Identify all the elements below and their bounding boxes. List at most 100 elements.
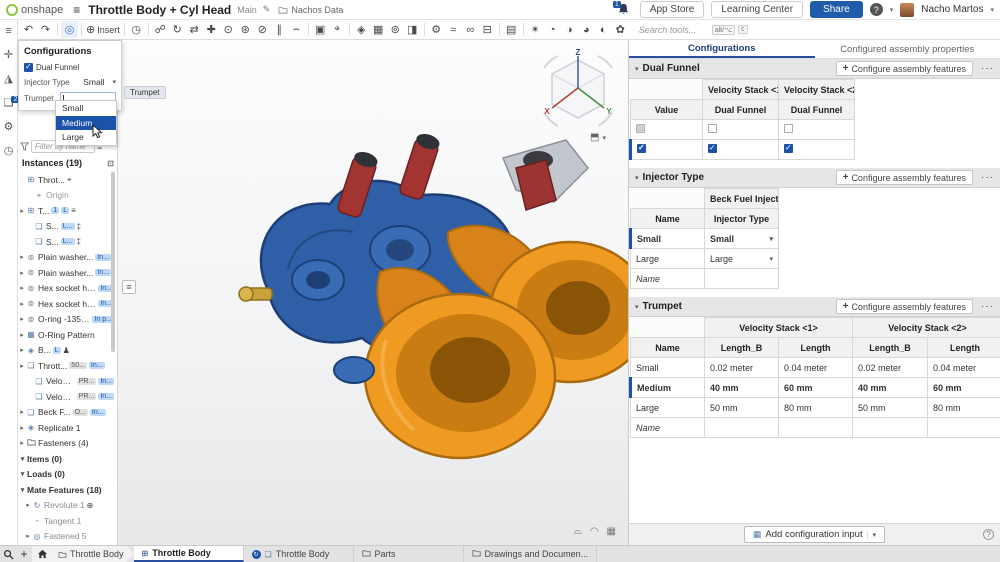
- document-tab-throttle-body[interactable]: ↻❏Throttle Body: [244, 546, 354, 562]
- slider-mate-icon[interactable]: ⇄: [186, 21, 203, 38]
- section-view-icon[interactable]: ⌓: [574, 526, 582, 537]
- mate-icon[interactable]: ☍: [152, 21, 169, 38]
- configure-assembly-features-button[interactable]: +Configure assembly features: [836, 299, 973, 314]
- search-tabs-icon[interactable]: [0, 546, 16, 562]
- share-button[interactable]: Share: [810, 1, 863, 18]
- tree-item[interactable]: ▸◈Replicate 1: [18, 420, 114, 436]
- checkbox-cell[interactable]: [703, 140, 779, 160]
- expand-chevron-icon[interactable]: ▸: [18, 207, 26, 215]
- tree-item[interactable]: ▸▦O-Ring Pattern: [18, 327, 114, 343]
- tree-item[interactable]: ▸⊞T...1L≡: [18, 203, 114, 219]
- main-menu-icon[interactable]: ≡: [73, 3, 80, 17]
- document-tab-throttle-body[interactable]: ⊞Throttle Body: [134, 546, 244, 562]
- appearance-icon[interactable]: ✿: [612, 21, 629, 38]
- assembly-features-icon[interactable]: ≡: [1, 23, 16, 38]
- dropdown-option-small[interactable]: Small: [56, 101, 116, 116]
- group-icon[interactable]: ▣: [312, 21, 329, 38]
- value-cell[interactable]: 80 mm: [928, 398, 1000, 418]
- tree-section-header[interactable]: ▾Mate Features (18): [18, 482, 114, 498]
- help-caret-icon[interactable]: ▾: [890, 6, 894, 14]
- circular-pattern-icon[interactable]: ⊚: [387, 21, 404, 38]
- pin-slot-mate-icon[interactable]: ⊘: [254, 21, 271, 38]
- value-cell[interactable]: 40 mm: [853, 378, 928, 398]
- document-tab-parts[interactable]: Parts: [354, 546, 464, 562]
- tab-configurations[interactable]: Configurations: [629, 40, 815, 58]
- dual-funnel-checkbox[interactable]: [24, 63, 33, 72]
- value-cell[interactable]: 60 mm: [928, 378, 1000, 398]
- screw-relation-icon[interactable]: ≈: [445, 21, 462, 38]
- config-checkbox[interactable]: [708, 124, 717, 133]
- tree-item[interactable]: ▸⊚Hex socket he...In...: [18, 281, 114, 297]
- gear-relation-icon[interactable]: ⚙: [428, 21, 445, 38]
- tree-item[interactable]: ▸❏Beck F...O...In...: [18, 405, 114, 421]
- tree-item[interactable]: ▸⊚Plain washer...In...: [18, 250, 114, 266]
- tree-item[interactable]: ▸◎Fastened 5: [18, 529, 114, 545]
- collapse-chevron-icon[interactable]: ▾: [18, 470, 27, 478]
- value-cell[interactable]: 80 mm: [779, 398, 853, 418]
- history-icon[interactable]: ◷: [1, 143, 16, 158]
- belt-relation-icon[interactable]: ∞: [462, 21, 479, 38]
- new-row-name-cell[interactable]: Name: [631, 269, 705, 289]
- dropdown-cell[interactable]: Small▾: [705, 229, 779, 249]
- checkbox-cell[interactable]: [631, 120, 703, 140]
- expand-chevron-icon[interactable]: ▸: [18, 253, 26, 261]
- tree-item[interactable]: ❏Veloci...PR...In...: [18, 374, 114, 390]
- expand-chevron-icon[interactable]: ▸: [18, 300, 26, 308]
- injector-type-select[interactable]: Small ▾: [83, 77, 116, 87]
- config-checkbox[interactable]: [708, 144, 717, 153]
- bom-icon[interactable]: ▤: [503, 21, 520, 38]
- named-positions-icon[interactable]: ◕: [578, 21, 595, 38]
- panel-help-icon[interactable]: ?: [983, 529, 994, 540]
- config-checkbox[interactable]: [784, 144, 793, 153]
- config-checkbox[interactable]: [784, 124, 793, 133]
- section-overflow-menu[interactable]: ···: [981, 63, 994, 74]
- new-tab-button[interactable]: +: [16, 546, 32, 562]
- document-title[interactable]: Throttle Body + Cyl Head: [88, 3, 231, 17]
- cylindrical-mate-icon[interactable]: ⊙: [220, 21, 237, 38]
- comments-icon[interactable]: ❑2: [1, 95, 16, 110]
- user-avatar[interactable]: [900, 3, 914, 17]
- expand-chevron-icon[interactable]: ▸: [18, 284, 26, 292]
- mirror-icon[interactable]: ◨: [404, 21, 421, 38]
- tree-item[interactable]: +Origin: [18, 188, 114, 204]
- tree-item[interactable]: ❏Veloci...PR...In...: [18, 389, 114, 405]
- dropdown-cell[interactable]: Large▾: [705, 249, 779, 269]
- view-options-button[interactable]: ⬒▾: [590, 132, 606, 143]
- expand-chevron-icon[interactable]: ▸: [18, 424, 26, 432]
- tree-item[interactable]: ❏S...L...‡: [18, 219, 114, 235]
- configure-assembly-features-button[interactable]: +Configure assembly features: [836, 170, 973, 185]
- new-row-name-cell[interactable]: Name: [631, 418, 705, 438]
- expand-chevron-icon[interactable]: ▸: [18, 408, 26, 416]
- tree-item[interactable]: ▸❏Thrott...50...In...: [18, 358, 114, 374]
- tree-item[interactable]: ▸◈B...L♟: [18, 343, 114, 359]
- checkbox-cell[interactable]: [631, 140, 703, 160]
- insert-icon[interactable]: ⊕Insert: [85, 21, 121, 38]
- rename-icon[interactable]: ✎: [263, 4, 271, 15]
- expand-chevron-icon[interactable]: ▸: [24, 532, 32, 540]
- expand-chevron-icon[interactable]: ▸: [18, 346, 26, 354]
- user-name[interactable]: Nacho Martos: [921, 4, 983, 15]
- redo-icon[interactable]: ↷: [37, 21, 54, 38]
- display-states-icon[interactable]: ◑: [561, 21, 578, 38]
- value-cell[interactable]: 0.02 meter: [853, 358, 928, 378]
- tree-item[interactable]: ▸↻Revolute 1⊕: [18, 498, 114, 514]
- parallel-mate-icon[interactable]: ∥: [271, 21, 288, 38]
- tree-section-header[interactable]: ▾Loads (0): [18, 467, 114, 483]
- dropdown-option-large[interactable]: Large: [56, 130, 116, 145]
- tangent-mate-icon[interactable]: ⌢: [288, 21, 305, 38]
- row-name-cell[interactable]: Large: [631, 249, 705, 269]
- app-store-button[interactable]: App Store: [640, 1, 704, 18]
- expand-chevron-icon[interactable]: ▸: [18, 362, 26, 370]
- add-config-caret-icon[interactable]: ▾: [867, 531, 877, 539]
- expand-chevron-icon[interactable]: ▸: [18, 315, 26, 323]
- rack-relation-icon[interactable]: ⊟: [479, 21, 496, 38]
- tree-item[interactable]: ⌢Tangent 1: [18, 513, 114, 529]
- tree-item[interactable]: ▸⊚O-ring -135 (...In p...: [18, 312, 114, 328]
- user-menu-caret-icon[interactable]: ▾: [990, 6, 994, 14]
- value-cell[interactable]: 0.02 meter: [705, 358, 779, 378]
- config-checkbox[interactable]: [636, 124, 645, 133]
- named-views-icon[interactable]: ◷: [128, 21, 145, 38]
- row-name-cell[interactable]: Medium: [631, 378, 705, 398]
- configure-assembly-features-button[interactable]: +Configure assembly features: [836, 61, 973, 76]
- planar-mate-icon[interactable]: ✚: [203, 21, 220, 38]
